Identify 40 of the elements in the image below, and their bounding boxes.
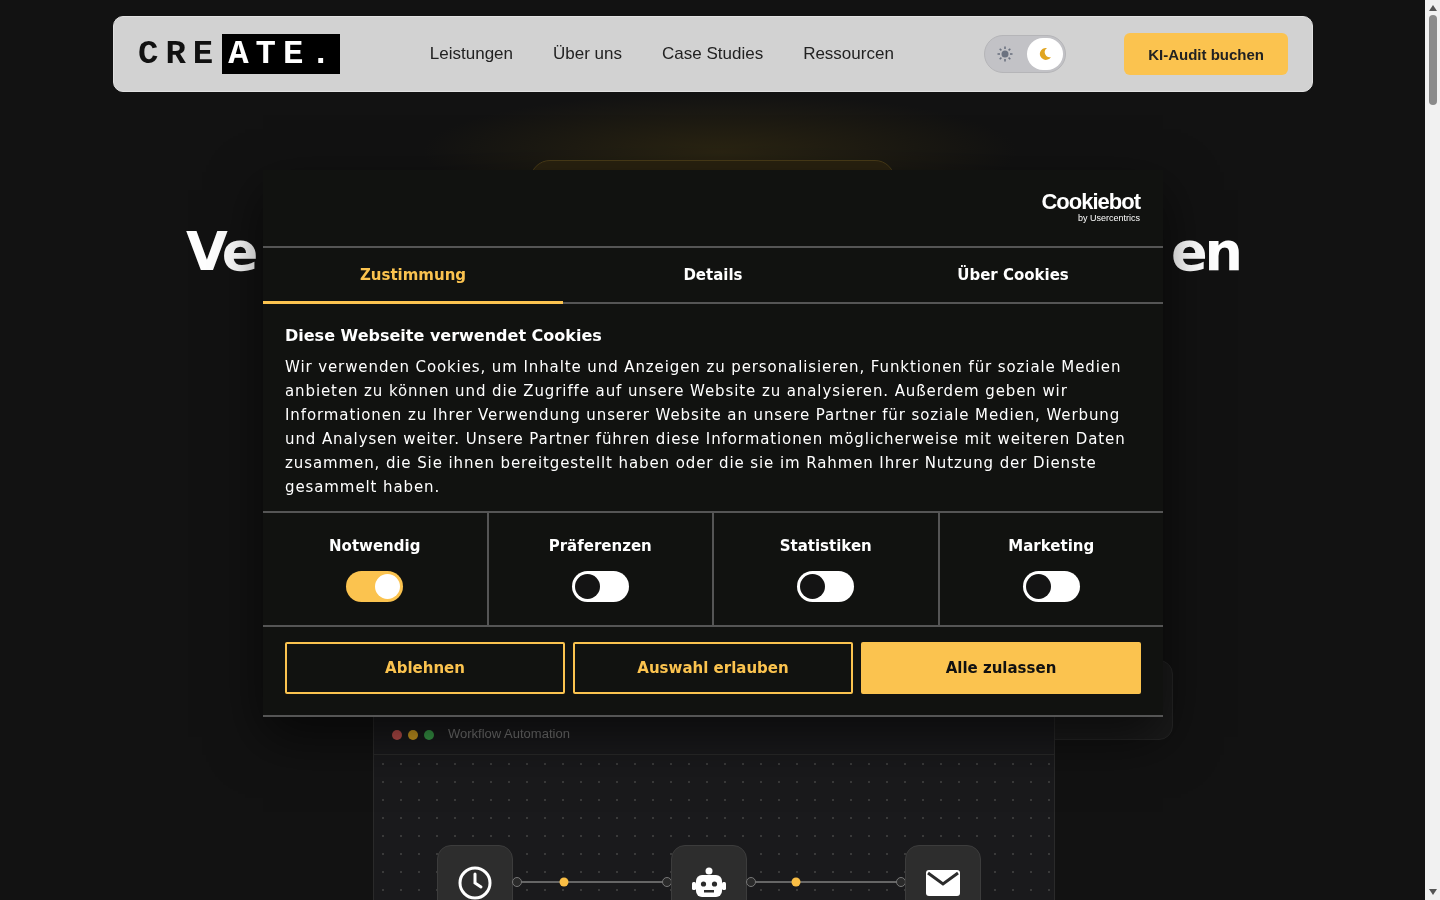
toggle-switch[interactable] [346, 571, 404, 602]
category-label: Marketing [1008, 537, 1095, 555]
dialog-text: Wir verwenden Cookies, um Inhalte und Anzeigen zu personalisieren, Funktionen für soziale Medien anbieten zu können und die Zugriffe auf unsere Website zu analysieren. Außerdem geben wir Informationen zu Ihrer Verwendung unserer Website an unsere Partner für soziale Medien, Werbung und Analysen weiter. Unsere Partner führen diese Informationen möglicherweise mit weiteren Daten zusammen, die Sie ihnen bereitgestellt haben oder die sie im Rahmen Ihrer Nutzung der Dienste gesammelt haben. [285, 357, 1127, 498]
consent-button[interactable]: Auswahl erlauben [573, 642, 853, 694]
nav-link[interactable]: Case Studies [662, 44, 764, 64]
nav-link[interactable]: Über uns [553, 44, 622, 64]
tab[interactable]: Über Cookies [863, 248, 1163, 304]
nav-link[interactable]: Ressourcen [803, 44, 894, 64]
clock-icon [457, 865, 493, 900]
toggle-switch[interactable] [797, 571, 855, 602]
dialog-title: Diese Webseite verwendet Cookies [285, 326, 603, 345]
scroll-up-icon [1428, 5, 1437, 11]
category-label: Statistiken [779, 537, 872, 555]
window-controls-icon [392, 730, 434, 740]
hero-heading: Ve [186, 222, 256, 282]
category-label: Präferenzen [548, 537, 652, 555]
tab[interactable]: Details [563, 248, 863, 304]
toggle-switch[interactable] [1022, 571, 1080, 602]
hero-heading: en [1170, 222, 1240, 282]
robot-icon [691, 865, 727, 900]
moon-icon [1037, 47, 1052, 61]
theme-toggle[interactable] [983, 35, 1066, 73]
consent-button[interactable]: Alle zulassen [861, 642, 1141, 694]
workflow-node[interactable] [905, 845, 981, 900]
mail-icon [925, 869, 961, 897]
brand-logo: Cookiebot [1041, 191, 1140, 213]
brand-subtitle: by Usercentrics [1078, 213, 1140, 224]
workflow-node[interactable] [437, 845, 513, 900]
toggle-switch[interactable] [571, 571, 629, 602]
scroll-down-icon [1428, 889, 1437, 895]
window-title: Workflow Automation [448, 727, 570, 740]
consent-button[interactable]: Ablehnen [285, 642, 565, 694]
sun-icon [996, 46, 1013, 62]
tab[interactable]: Zustimmung [263, 248, 563, 304]
workflow-node[interactable] [671, 845, 747, 900]
nav-link[interactable]: Leistungen [429, 44, 514, 64]
audit-button[interactable]: KI-Audit buchen [1124, 33, 1288, 75]
scrollbar[interactable] [1425, 0, 1440, 900]
category-label: Notwendig [329, 537, 421, 555]
scrollbar-thumb[interactable] [1428, 15, 1437, 105]
